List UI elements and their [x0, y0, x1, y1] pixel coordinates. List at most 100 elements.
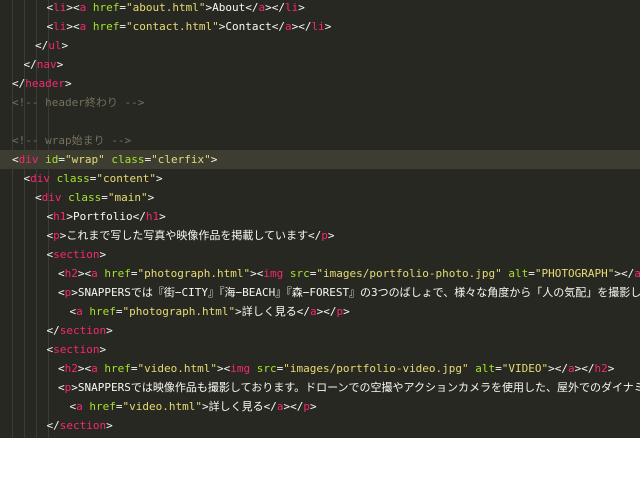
code-token-attr: href: [86, 20, 120, 33]
code-token-tag: section: [59, 324, 107, 337]
code-token-tag: h2: [64, 362, 78, 375]
code-token-pun: >: [71, 381, 78, 394]
code-token-attr: src: [283, 267, 310, 280]
code-token-tag: li: [311, 20, 325, 33]
code-token-pun: <: [58, 267, 65, 280]
code-token-pun: ><: [77, 267, 92, 280]
code-token-attr: href: [97, 267, 131, 280]
code-token-tag: section: [53, 248, 100, 261]
code-token-str: "video.html": [137, 362, 217, 375]
code-token-tag: header: [25, 77, 65, 90]
code-token-pun: >: [155, 172, 163, 185]
code-token-attr: href: [97, 362, 131, 375]
code-token-attr: src: [250, 362, 277, 375]
code-token-pun: ></: [574, 362, 595, 375]
code-line[interactable]: <div class="main">: [0, 188, 640, 207]
code-line[interactable]: </header>: [0, 74, 640, 93]
code-token-txt: About: [212, 1, 246, 14]
code-token-pun: </: [132, 210, 146, 223]
code-token-pun: ></: [283, 400, 304, 413]
code-line[interactable]: <section>: [0, 245, 640, 264]
code-token-pun: =: [119, 1, 126, 14]
code-token-pun: ><: [216, 362, 231, 375]
code-token-pun: ></: [316, 305, 337, 318]
code-line[interactable]: <!-- header終わり -->: [0, 93, 640, 112]
code-line[interactable]: <a href="video.html">詳しく見る</a></p>: [0, 397, 640, 416]
code-line[interactable]: <p>これまで写した写真や映像作品を掲載しています</p>: [0, 226, 640, 245]
code-line[interactable]: <h2><a href="video.html"><img src="image…: [0, 359, 640, 378]
code-token-str: "contact.html": [126, 20, 219, 33]
code-line[interactable]: </ul>: [0, 36, 640, 55]
code-token-tag: img: [230, 362, 251, 375]
code-token-attr: class: [50, 172, 90, 185]
code-token-pun: >: [159, 210, 166, 223]
code-token-pun: >: [56, 58, 64, 71]
code-token-pun: =: [115, 305, 123, 318]
code-token-pun: =: [58, 153, 65, 166]
code-token-pun: =: [130, 362, 138, 375]
code-line[interactable]: <a href="photograph.html">詳しく見る</a></p>: [0, 302, 640, 321]
code-line[interactable]: </nav>: [0, 55, 640, 74]
code-line[interactable]: </section>: [0, 416, 640, 435]
code-token-pun: ></: [265, 1, 285, 14]
code-token-tag: img: [263, 267, 284, 280]
code-line[interactable]: </section>: [0, 321, 640, 340]
code-token-pun: >: [61, 39, 69, 52]
code-token-tag: p: [303, 400, 310, 413]
code-token-str: "about.html": [126, 1, 206, 14]
code-token-str: "photograph.html": [122, 305, 236, 318]
code-token-pun: <: [12, 153, 19, 166]
code-token-pun: ><: [77, 362, 92, 375]
code-token-pun: >: [235, 305, 242, 318]
code-token-tag: div: [18, 153, 39, 166]
code-line[interactable]: <li><a href="about.html">About</a></li>: [0, 0, 640, 17]
code-line[interactable]: <h2><a href="photograph.html"><img src="…: [0, 264, 640, 283]
code-token-tag: a: [91, 362, 98, 375]
code-token-pun: </: [35, 39, 49, 52]
code-token-attr: class: [104, 153, 145, 166]
code-token-txt: SNAPPERSでは映像作品も撮影しております。ドローンでの空撮やアクションカメ…: [77, 381, 640, 394]
code-token-pun: </: [46, 419, 60, 432]
code-token-str: "VIDEO": [501, 362, 549, 375]
code-token-tag: h1: [145, 210, 160, 223]
code-token-attr: class: [61, 191, 102, 204]
code-line[interactable]: <h1>Portfolio</h1>: [0, 207, 640, 226]
code-line[interactable]: <!-- wrap始まり -->: [0, 131, 640, 150]
code-line[interactable]: <p>SNAPPERSでは映像作品も撮影しております。ドローンでの空撮やアクショ…: [0, 378, 640, 397]
code-token-txt: 詳しく見る: [208, 400, 264, 413]
code-token-pun: <: [58, 362, 65, 375]
code-token-txt: Contact: [225, 20, 272, 33]
code-token-pun: ></: [614, 267, 635, 280]
code-token-txt: Portfolio: [73, 210, 133, 223]
code-token-pun: <: [58, 381, 65, 394]
code-line[interactable]: <div class="content">: [0, 169, 640, 188]
code-token-pun: =: [115, 400, 123, 413]
code-line[interactable]: <p>SNAPPERSでは『街−CITY』『海−BEACH』『森−FOREST』…: [0, 283, 640, 302]
code-token-pun: ></: [548, 362, 569, 375]
code-token-pun: =: [130, 267, 138, 280]
code-token-com: <!-- header終わり -->: [12, 96, 145, 109]
code-token-pun: ><: [66, 1, 80, 14]
code-token-pun: >: [324, 20, 332, 33]
code-token-pun: >: [106, 419, 113, 432]
code-line[interactable]: <section>: [0, 340, 640, 359]
code-token-str: "content": [96, 172, 156, 185]
code-editor[interactable]: <li><a href="about.html">About</a></li> <…: [0, 0, 640, 438]
code-token-tag: li: [53, 20, 67, 33]
code-line[interactable]: [0, 112, 640, 131]
code-token-tag: a: [634, 267, 640, 280]
code-token-tag: div: [41, 191, 62, 204]
code-token-pun: >: [607, 362, 615, 375]
code-token-pun: </: [263, 400, 277, 413]
code-token-pun: >: [99, 248, 107, 261]
code-token-pun: >: [327, 229, 335, 242]
code-token-tag: a: [284, 20, 292, 33]
code-token-pun: >: [147, 191, 155, 204]
code-token-tag: ul: [48, 39, 62, 52]
code-token-pun: =: [119, 20, 126, 33]
code-token-tag: li: [53, 1, 67, 14]
code-line[interactable]: <div id="wrap" class="clerfix">: [0, 150, 640, 169]
code-token-pun: >: [99, 343, 107, 356]
code-line[interactable]: <li><a href="contact.html">Contact</a></…: [0, 17, 640, 36]
code-token-pun: </: [296, 305, 310, 318]
